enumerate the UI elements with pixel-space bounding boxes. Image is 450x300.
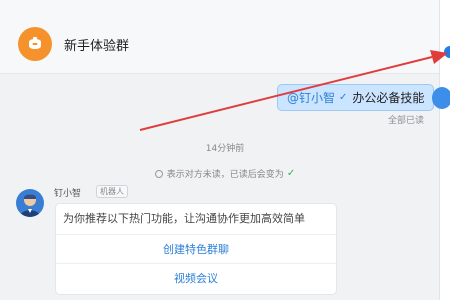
self-avatar[interactable] xyxy=(432,87,450,109)
create-group-button[interactable]: 创建特色群聊 xyxy=(56,234,336,263)
robot-icon xyxy=(20,194,40,217)
bot-name: 钉小智 xyxy=(54,189,82,199)
group-title[interactable]: 新手体验群 xyxy=(64,35,129,54)
read-status[interactable]: 全部已读 xyxy=(388,113,424,126)
panel-indicator xyxy=(444,46,450,58)
sent-message-text: 办公必备技能 xyxy=(352,91,425,105)
bot-avatar[interactable] xyxy=(16,189,44,217)
mention[interactable]: @钉小智 xyxy=(287,89,335,106)
group-avatar[interactable] xyxy=(18,27,52,61)
chat-header: 新手体验群 xyxy=(0,0,440,74)
bot-message-card: 为你推荐以下热门功能，让沟通协作更加高效简单 创建特色群聊 视频会议 xyxy=(55,203,337,295)
bot-badge: 机器人 xyxy=(96,185,128,198)
timestamp: 14分钟前 xyxy=(205,144,245,154)
check-icon: ✓ xyxy=(339,92,348,103)
sent-message-bubble[interactable]: @钉小智 ✓ 办公必备技能 xyxy=(277,84,435,111)
group-avatar-icon xyxy=(29,37,41,49)
read-legend: 表示对方未读，已读后会变为 ✓ xyxy=(0,167,450,180)
unread-circle-icon xyxy=(154,169,163,178)
read-legend-text: 表示对方未读，已读后会变为 xyxy=(166,170,284,180)
video-meeting-button[interactable]: 视频会议 xyxy=(56,263,336,292)
card-message: 为你推荐以下热门功能，让沟通协作更加高效简单 xyxy=(63,212,305,225)
read-check-icon: ✓ xyxy=(286,168,296,179)
